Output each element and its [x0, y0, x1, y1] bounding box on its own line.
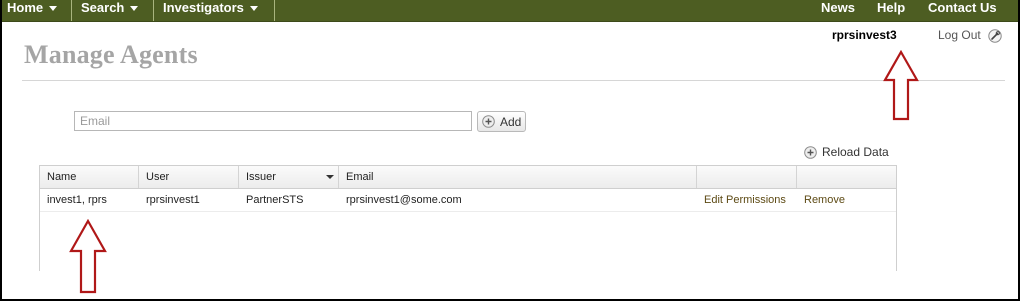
nav-home-label: Home [7, 0, 44, 15]
nav-divider [71, 0, 72, 21]
nav-news-link[interactable]: News [821, 0, 855, 21]
column-header-name[interactable]: Name [40, 166, 139, 188]
cell-name: invest1, rprs [47, 194, 107, 206]
caret-down-icon [249, 6, 258, 11]
column-header-remove [797, 166, 896, 188]
table-header: Name User Issuer Email [40, 166, 896, 189]
reload-data-button[interactable]: Reload Data [804, 144, 889, 160]
top-nav-bar: Home Search Investigators News Help Cont… [0, 0, 1020, 22]
nav-news-label: News [821, 0, 855, 15]
page-title: Manage Agents [24, 40, 198, 69]
agents-table: Name User Issuer Email invest1, rprs rpr… [39, 165, 897, 271]
add-button[interactable]: Add [477, 111, 526, 132]
plus-circle-icon [482, 115, 495, 128]
nav-help-label: Help [877, 0, 906, 15]
nav-help-link[interactable]: Help [877, 0, 905, 21]
nav-investigators-menu[interactable]: Investigators [163, 0, 258, 21]
cell-user: rprsinvest1 [146, 194, 200, 206]
annotation-arrow-icon [883, 50, 919, 121]
nav-search-label: Search [81, 0, 125, 15]
table-row[interactable]: invest1, rprs rprsinvest1 PartnerSTS rpr… [40, 189, 896, 212]
cell-issuer: PartnerSTS [246, 194, 304, 206]
column-header-user[interactable]: User [139, 166, 239, 188]
annotation-arrow-icon [69, 219, 107, 294]
current-user-name: rprsinvest3 [832, 28, 897, 42]
add-button-label: Add [500, 114, 522, 129]
plus-circle-icon [804, 145, 817, 159]
nav-divider [153, 0, 154, 21]
settings-icon[interactable] [988, 29, 1002, 43]
column-header-email[interactable]: Email [339, 166, 697, 188]
caret-down-icon [49, 6, 58, 11]
logout-link[interactable]: Log Out [938, 28, 981, 42]
column-header-issuer[interactable]: Issuer [239, 166, 339, 188]
nav-home-menu[interactable]: Home [7, 0, 58, 21]
title-divider [22, 80, 1005, 81]
reload-data-label: Reload Data [822, 145, 889, 159]
caret-down-icon[interactable] [326, 175, 334, 179]
remove-link[interactable]: Remove [797, 189, 845, 211]
cell-email: rprsinvest1@some.com [346, 194, 462, 206]
nav-search-menu[interactable]: Search [81, 0, 139, 21]
column-header-edit [697, 166, 797, 188]
nav-investigators-label: Investigators [163, 0, 244, 15]
nav-contact-link[interactable]: Contact Us [928, 0, 997, 21]
column-header-issuer-label: Issuer [246, 171, 276, 183]
caret-down-icon [130, 6, 139, 11]
nav-contact-label: Contact Us [928, 0, 997, 15]
edit-permissions-link[interactable]: Edit Permissions [697, 189, 786, 211]
email-input[interactable] [74, 111, 472, 131]
nav-divider [274, 0, 275, 21]
